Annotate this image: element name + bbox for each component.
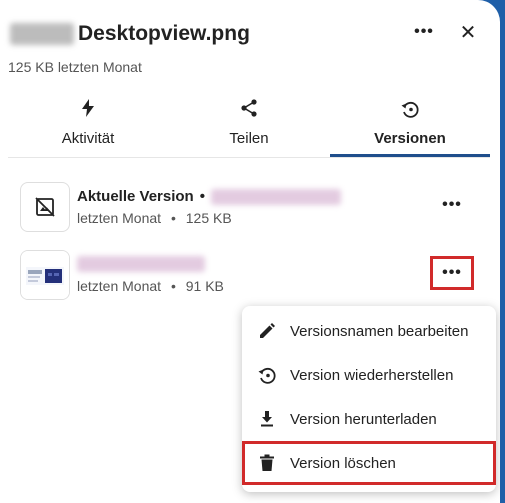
version-row-previous[interactable]: letzten Monat • 91 KB ••• [20, 250, 490, 302]
no-preview-icon [20, 182, 70, 232]
menu-item-rename-version[interactable]: Versionsnamen bearbeiten [242, 309, 496, 353]
tab-share-label: Teilen [229, 130, 269, 147]
version-size: 125 KB [185, 210, 232, 226]
title-separator: • [199, 188, 205, 205]
version-row-current[interactable]: Aktuelle Version • letzten Monat • 125 K… [20, 182, 490, 234]
sidebar-panel: Desktopview.png 125 KB letzten Monat •••… [0, 0, 500, 503]
version-date: letzten Monat [77, 210, 162, 226]
tab-versions-label: Versionen [374, 130, 446, 147]
download-icon [256, 408, 278, 430]
menu-item-download-version[interactable]: Version herunterladen [242, 397, 496, 441]
share-icon [169, 99, 329, 121]
close-button[interactable]: ✕ [453, 17, 483, 47]
file-title: Desktopview.png [10, 18, 250, 50]
trash-icon [256, 452, 278, 474]
header-more-button[interactable]: ••• [409, 17, 439, 47]
version-thumbnail [20, 250, 70, 300]
menu-item-delete-version[interactable]: Version löschen [242, 441, 496, 485]
blurred-author [210, 188, 341, 205]
tab-bar: Aktivität Teilen Versionen [8, 90, 490, 158]
menu-item-label: Versionsnamen bearbeiten [290, 322, 469, 340]
history-icon [330, 99, 490, 121]
file-subtitle: 125 KB letzten Monat [8, 59, 142, 75]
more-horizontal-icon: ••• [442, 196, 462, 213]
pencil-icon [256, 320, 278, 342]
version-date: letzten Monat [77, 278, 162, 294]
menu-item-label: Version wiederherstellen [290, 366, 454, 384]
version-title-row: Aktuelle Version • [77, 188, 341, 205]
menu-item-label: Version löschen [290, 454, 396, 472]
blurred-author [77, 256, 205, 272]
version-title-row [77, 256, 205, 272]
more-horizontal-icon: ••• [414, 23, 434, 40]
restore-icon [256, 364, 278, 386]
menu-item-label: Version herunterladen [290, 410, 437, 428]
version-title: Aktuelle Version [77, 188, 194, 205]
version-size: 91 KB [185, 278, 224, 294]
version-actions-menu: Versionsnamen bearbeiten Version wiederh… [242, 306, 496, 492]
menu-item-restore-version[interactable]: Version wiederherstellen [242, 353, 496, 397]
file-name: Desktopview.png [78, 22, 250, 45]
more-horizontal-icon: ••• [442, 264, 462, 281]
version-meta: letzten Monat • 91 KB [77, 278, 224, 294]
close-icon: ✕ [459, 21, 477, 44]
lightning-icon [8, 99, 168, 121]
version-meta: letzten Monat • 125 KB [77, 210, 232, 226]
tabs-divider [8, 157, 490, 158]
version-more-button-active[interactable]: ••• [430, 256, 474, 290]
blurred-filename-prefix [10, 23, 74, 45]
tab-versions[interactable]: Versionen [330, 90, 490, 158]
meta-separator: • [170, 278, 176, 294]
version-more-button[interactable]: ••• [430, 188, 474, 222]
meta-separator: • [170, 210, 176, 226]
tab-share[interactable]: Teilen [169, 90, 329, 158]
tab-activity-label: Aktivität [61, 130, 115, 147]
tab-activity[interactable]: Aktivität [8, 90, 168, 158]
